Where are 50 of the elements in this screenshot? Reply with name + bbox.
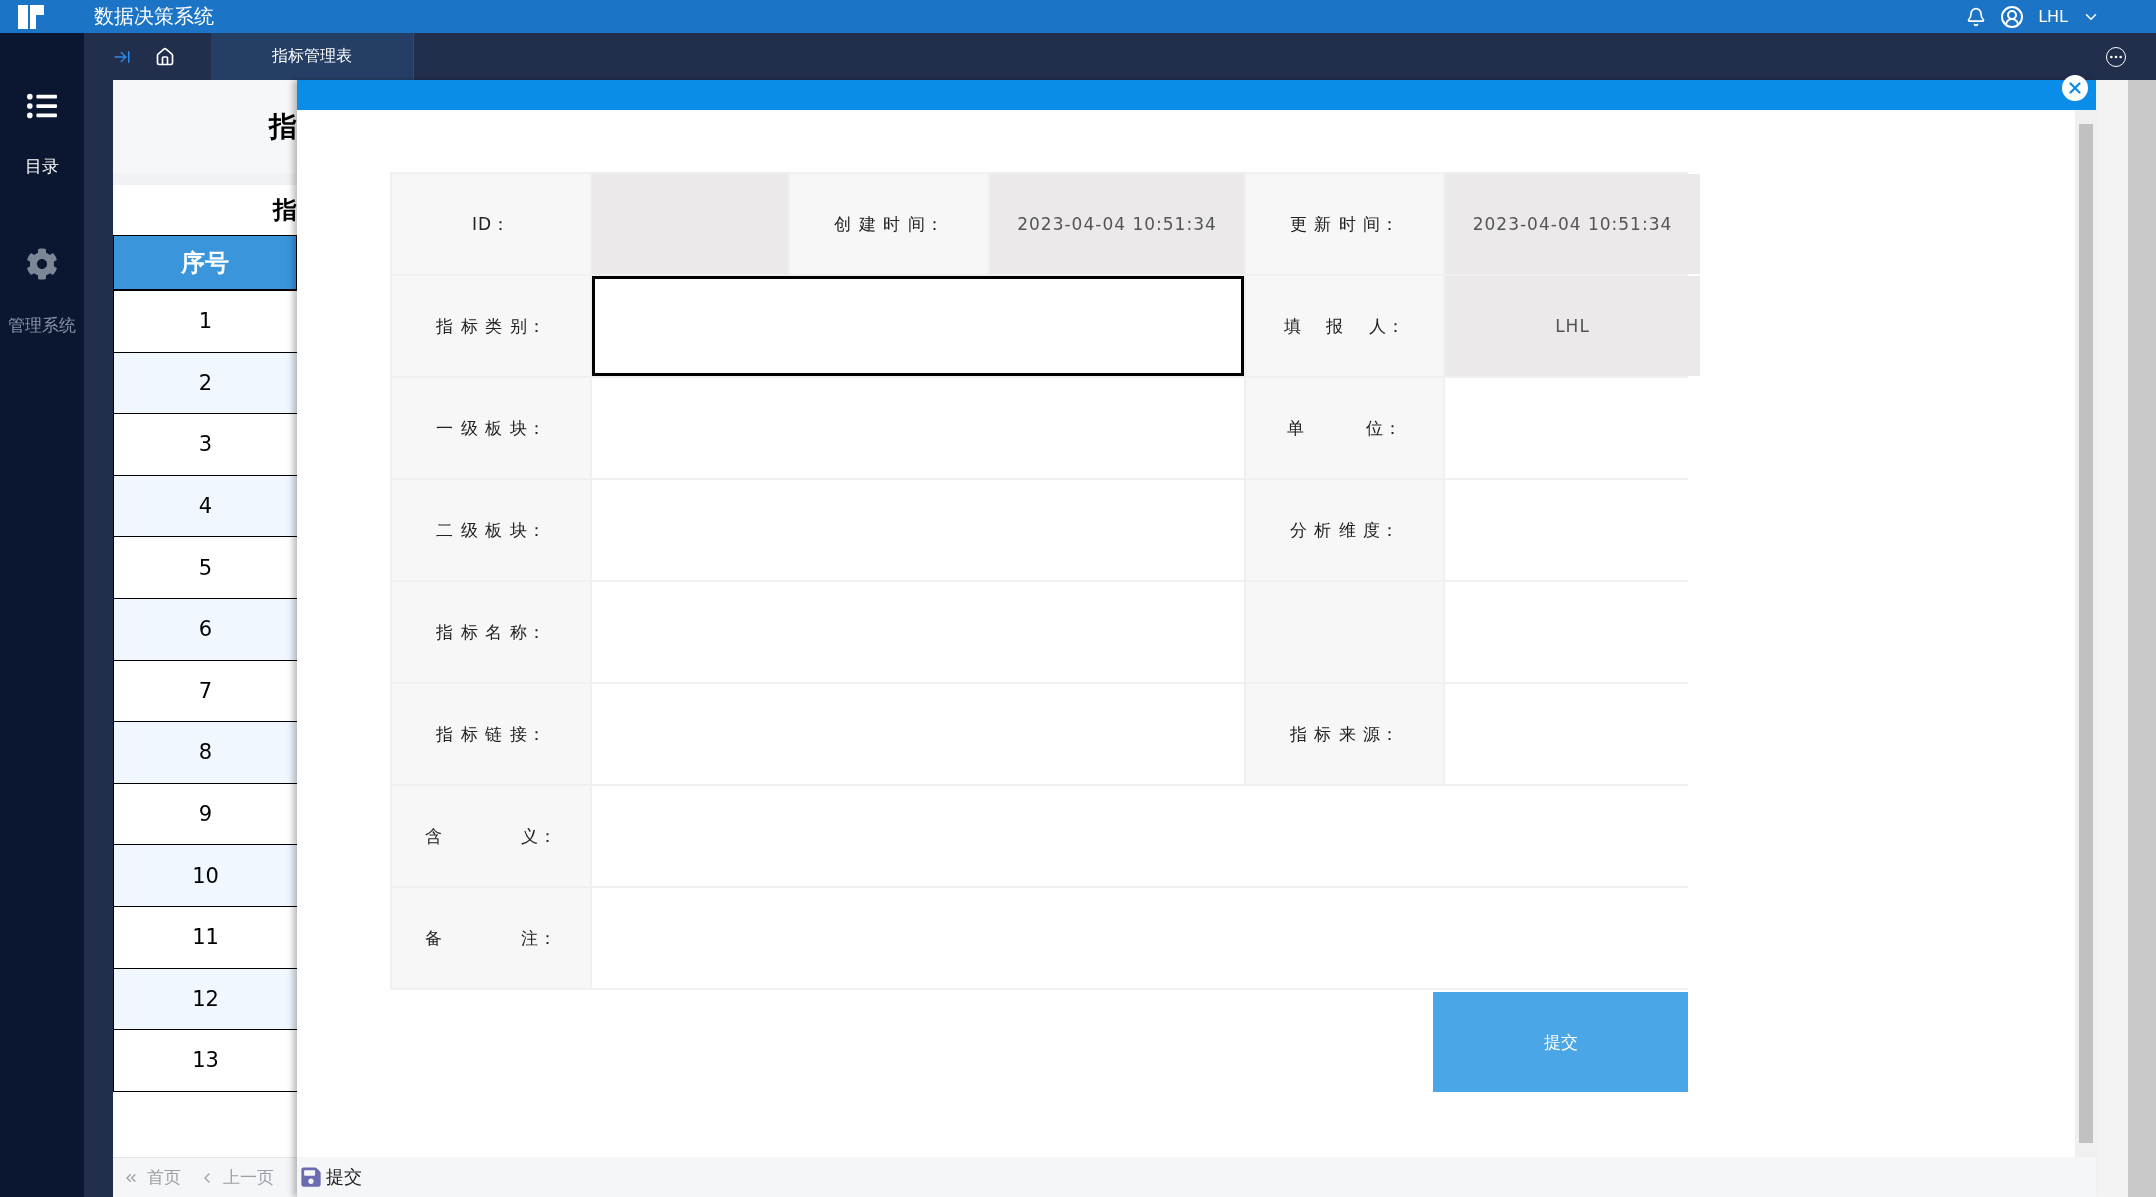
table-cell: 5	[113, 537, 297, 599]
field-label: ID：	[471, 212, 511, 236]
scrollbar-thumb[interactable]	[2078, 124, 2093, 1143]
table-cell: 11	[113, 906, 297, 969]
input-field[interactable]	[592, 276, 1244, 376]
field-label: 更 新 时 间：	[1289, 212, 1400, 236]
field-label: 一 级 板 块：	[436, 416, 546, 440]
table-cell: 7	[113, 660, 297, 723]
sidebar-item[interactable]: 目录	[25, 155, 59, 178]
logo-icon	[16, 4, 46, 29]
field-label: 指 标 来 源：	[1289, 722, 1400, 746]
field-label: 备 注：	[424, 926, 558, 950]
field-label: 指 标 链 接：	[436, 722, 546, 746]
table-cell: 8	[113, 722, 297, 784]
readonly-field: LHL	[1445, 276, 1700, 376]
table-cell: 12	[113, 968, 297, 1031]
field-label: 单 位：	[1287, 416, 1402, 440]
close-icon	[2066, 79, 2084, 97]
readonly-field: 2023-04-04 10:51:34	[990, 174, 1244, 274]
table-cell: 9	[113, 783, 297, 846]
bell-icon[interactable]	[1966, 6, 1987, 27]
column-header: 序号	[113, 235, 297, 291]
field-label: 填 报 人：	[1284, 314, 1405, 338]
table-title: 指	[273, 195, 297, 226]
user-name[interactable]: LHL	[2038, 7, 2068, 26]
sidebar-item[interactable]: 管理系统	[8, 314, 76, 337]
table-cell: 10	[113, 845, 297, 907]
table-cell: 6	[113, 598, 297, 661]
table-cell: 4	[113, 475, 297, 538]
field-label: 指 标 类 别：	[436, 314, 546, 338]
page-title: 指	[269, 108, 297, 145]
field-label: 含 义：	[424, 824, 558, 848]
user-icon[interactable]	[2000, 4, 2025, 29]
save-icon	[300, 1166, 322, 1188]
field-label: 分 析 维 度：	[1289, 518, 1400, 542]
gear-icon[interactable]	[26, 248, 58, 280]
submit-toolbar-button[interactable]: 提交	[300, 1165, 362, 1189]
field-label: 创 建 时 间：	[834, 212, 944, 236]
home-icon[interactable]	[155, 46, 175, 67]
table-cell: 2	[113, 352, 297, 415]
list-icon[interactable]	[27, 91, 57, 121]
table-cell: 13	[113, 1030, 297, 1092]
table-cell: 1	[113, 291, 297, 353]
table-cell: 3	[113, 414, 297, 476]
app-title: 数据决策系统	[94, 3, 214, 30]
field-label: 指 标 名 称：	[436, 620, 546, 644]
close-button[interactable]	[2062, 75, 2088, 101]
readonly-field: 2023-04-04 10:51:34	[1445, 174, 1700, 274]
field-label: 二 级 板 块：	[436, 518, 546, 542]
nav-tab[interactable]: 指标管理表	[211, 33, 414, 80]
